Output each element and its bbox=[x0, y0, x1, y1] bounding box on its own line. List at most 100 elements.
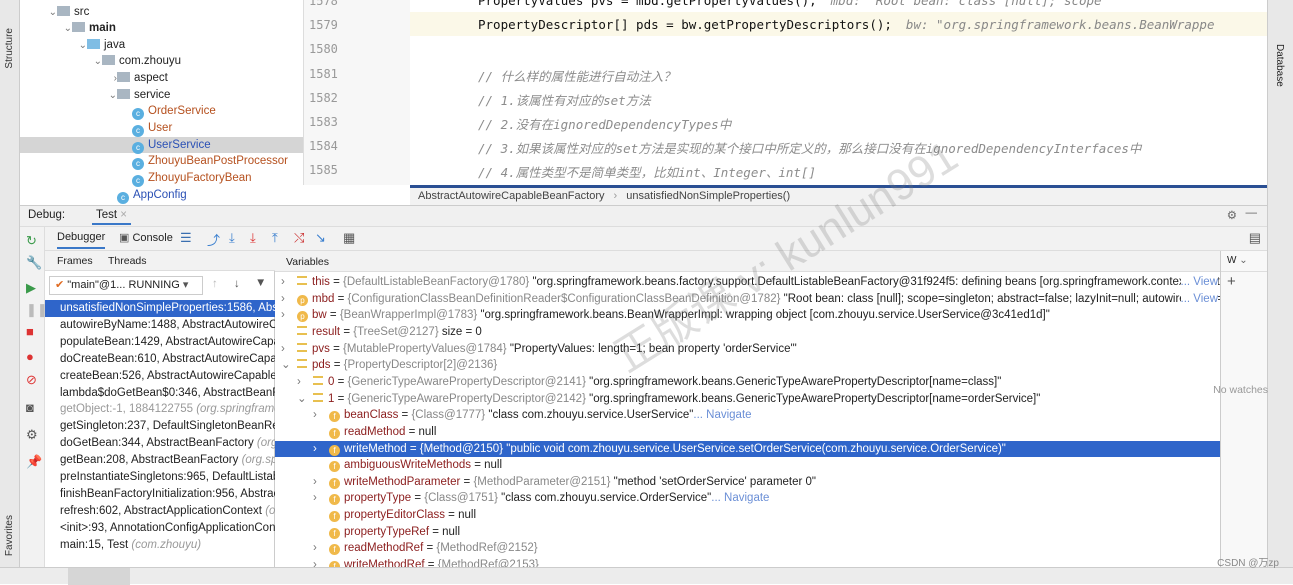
variable-row[interactable]: › p bw = {BeanWrapperImpl@1783} "org.sprin… bbox=[275, 307, 1220, 324]
variable-row[interactable]: › p mbd = {ConfigurationClassBeanDefinitio… bbox=[275, 290, 1220, 308]
tree-item[interactable]: ⌄ com.zhouyu bbox=[20, 53, 181, 69]
chevron-right-icon[interactable]: › bbox=[281, 307, 297, 324]
chevron-right-icon[interactable]: › bbox=[313, 441, 329, 458]
camera-icon[interactable]: ◙ bbox=[26, 400, 34, 415]
chevron-right-icon[interactable]: › bbox=[281, 341, 297, 358]
variable-link[interactable]: ... View bbox=[1180, 290, 1218, 308]
chevron-down-icon[interactable]: ⌄ bbox=[60, 21, 72, 37]
previous-frame-icon[interactable]: ↑ bbox=[212, 278, 218, 290]
step-out-icon[interactable]: ⤒ bbox=[272, 230, 278, 246]
variable-row[interactable]: ⌄ pds = {PropertyDescriptor[2]@2136} bbox=[275, 357, 1220, 374]
variable-row[interactable]: › f writeMethod = {Method@2150} "public vo… bbox=[275, 440, 1220, 458]
frame-item[interactable]: doGetBean:344, AbstractBeanFactory (org.… bbox=[45, 435, 275, 452]
tree-item[interactable]: c OrderService bbox=[20, 103, 216, 120]
variable-row[interactable]: › 0 = {GenericTypeAwarePropertyDescriptor… bbox=[275, 374, 1220, 391]
tab-console[interactable]: ▣ Console bbox=[119, 231, 173, 244]
resume-icon[interactable]: ▶ bbox=[26, 280, 36, 296]
layout-icon[interactable]: ☰ bbox=[180, 230, 192, 246]
mute-breakpoints-icon[interactable]: ⊘ bbox=[26, 372, 37, 388]
variable-row[interactable]: › f propertyType = {Class@1751} "class com… bbox=[275, 490, 1220, 507]
chevron-right-icon[interactable]: › bbox=[297, 374, 313, 391]
tree-item[interactable]: ⌄ service bbox=[20, 87, 170, 103]
variable-row[interactable]: result = {TreeSet@2127} size = 0 bbox=[275, 324, 1220, 341]
chevron-right-icon[interactable]: › bbox=[105, 71, 117, 87]
wrench-icon[interactable]: 🔧 bbox=[26, 255, 42, 271]
frame-item[interactable]: unsatisfiedNonSimpleProperties:1586, Abs… bbox=[45, 300, 275, 317]
tree-item[interactable]: c User bbox=[20, 120, 172, 137]
variable-link[interactable]: ... Navigate bbox=[711, 492, 769, 504]
variable-row[interactable]: › f readMethodRef = {MethodRef@2152} bbox=[275, 540, 1220, 557]
chevron-right-icon[interactable]: › bbox=[281, 274, 297, 291]
chevron-right-icon[interactable]: › bbox=[313, 490, 329, 507]
frame-item[interactable]: preInstantiateSingletons:965, DefaultLis… bbox=[45, 469, 275, 486]
frame-item[interactable]: finishBeanFactoryInitialization:956, Abs… bbox=[45, 486, 275, 503]
show-execution-point-icon[interactable]: ⤴ bbox=[207, 230, 220, 249]
tab-threads[interactable]: Threads bbox=[108, 255, 147, 267]
chevron-right-icon[interactable]: › bbox=[313, 474, 329, 491]
view-breakpoints-icon[interactable]: ● bbox=[26, 349, 34, 364]
close-icon[interactable]: × bbox=[120, 209, 127, 221]
tree-item[interactable]: › aspect bbox=[20, 70, 168, 86]
frame-item[interactable]: getBean:208, AbstractBeanFactory (org.sp… bbox=[45, 452, 275, 469]
tree-item[interactable]: ⌄ main bbox=[20, 20, 116, 36]
pin-icon[interactable]: 📌 bbox=[26, 454, 42, 470]
tree-item[interactable]: c ZhouyuFactoryBean bbox=[20, 170, 252, 187]
variable-row[interactable]: f ambiguousWriteMethods = null bbox=[275, 457, 1220, 474]
frame-item[interactable]: main:15, Test (com.zhouyu) bbox=[45, 537, 275, 554]
tab-debugger[interactable]: Debugger bbox=[57, 231, 106, 249]
frame-item[interactable]: autowireByName:1488, AbstractAutowireCap… bbox=[45, 317, 275, 334]
tree-item[interactable]: c ZhouyuBeanPostProcessor bbox=[20, 153, 288, 170]
chevron-down-icon[interactable]: ⌄ bbox=[90, 54, 102, 70]
tab-debug-active[interactable] bbox=[68, 568, 130, 585]
breadcrumb-method[interactable]: unsatisfiedNonSimpleProperties() bbox=[626, 190, 790, 202]
settings-icon[interactable]: ⚙ bbox=[26, 427, 38, 443]
breadcrumb-class[interactable]: AbstractAutowireCapableBeanFactory bbox=[418, 190, 604, 202]
chevron-down-icon[interactable]: ⌄ bbox=[297, 391, 313, 408]
next-frame-icon[interactable]: ↓ bbox=[234, 278, 240, 290]
step-into-icon[interactable]: ⤓ bbox=[250, 230, 256, 246]
chevron-down-icon[interactable]: ⌄ bbox=[45, 5, 57, 21]
variable-row[interactable]: f propertyTypeRef = null bbox=[275, 524, 1220, 541]
code-editor[interactable]: PropertyValues pvs = mbd.getPropertyValu… bbox=[410, 0, 1267, 185]
frame-item[interactable]: getObject:-1, 1884122755 (org.springfram… bbox=[45, 401, 275, 418]
rerun-icon[interactable]: ↻ bbox=[26, 233, 37, 249]
favorites-tool-button[interactable]: Favorites bbox=[4, 515, 15, 556]
variable-link[interactable]: ... View bbox=[1180, 274, 1218, 291]
variable-link[interactable]: ... Navigate bbox=[693, 409, 751, 421]
debug-session-tab[interactable]: Test × bbox=[92, 209, 132, 225]
evaluate-expression-icon[interactable]: ▦ bbox=[343, 230, 355, 246]
variable-row[interactable]: f propertyEditorClass = null bbox=[275, 507, 1220, 524]
frame-item[interactable]: getSingleton:237, DefaultSingletonBeanRe… bbox=[45, 418, 275, 435]
frame-item[interactable]: <init>:93, AnnotationConfigApplicationCo… bbox=[45, 520, 275, 537]
drop-frame-icon[interactable]: ⤭ bbox=[294, 230, 304, 246]
watches-tab[interactable]: W ⌄ bbox=[1221, 251, 1267, 272]
tree-item[interactable]: ⌄ java bbox=[20, 37, 125, 53]
variable-row[interactable]: ⌄ 1 = {GenericTypeAwarePropertyDescriptor… bbox=[275, 391, 1220, 408]
variable-row[interactable]: f readMethod = null bbox=[275, 424, 1220, 441]
tree-item[interactable]: ⌄ src bbox=[20, 4, 89, 20]
thread-select[interactable]: ✔ "main"@1... RUNNING ▾ bbox=[49, 276, 203, 295]
frame-item[interactable]: refresh:602, AbstractApplicationContext … bbox=[45, 503, 275, 520]
variable-row[interactable]: › f writeMethodParameter = {MethodParamete… bbox=[275, 474, 1220, 491]
chevron-right-icon[interactable]: › bbox=[313, 540, 329, 557]
tab-frames[interactable]: Frames bbox=[57, 255, 93, 267]
frame-item[interactable]: doCreateBean:610, AbstractAutowireCapabl… bbox=[45, 351, 275, 368]
database-tool-button[interactable]: Database bbox=[1274, 44, 1285, 87]
layout-settings-icon[interactable]: ▤ bbox=[1249, 230, 1261, 246]
run-to-cursor-icon[interactable]: ↘ bbox=[315, 230, 326, 246]
chevron-right-icon[interactable]: › bbox=[281, 291, 297, 308]
add-watch-icon[interactable]: + bbox=[1227, 273, 1236, 290]
tree-item[interactable]: c AppConfig bbox=[20, 187, 187, 204]
filter-icon[interactable]: ▼ bbox=[255, 277, 266, 289]
chevron-down-icon[interactable]: ⌄ bbox=[281, 357, 297, 374]
structure-tool-button[interactable]: Structure bbox=[4, 28, 15, 69]
chevron-down-icon[interactable]: ⌄ bbox=[105, 88, 117, 104]
chevron-right-icon[interactable]: › bbox=[313, 407, 329, 424]
variable-row[interactable]: › pvs = {MutablePropertyValues@1784} "Pro… bbox=[275, 341, 1220, 358]
frame-item[interactable]: populateBean:1429, AbstractAutowireCapab… bbox=[45, 334, 275, 351]
variable-row[interactable]: › this = {DefaultListableBeanFactory@1780… bbox=[275, 274, 1220, 291]
variable-row[interactable]: › f beanClass = {Class@1777} "class com.zh… bbox=[275, 407, 1220, 424]
step-over-icon[interactable]: ⤓ bbox=[229, 230, 235, 246]
stop-icon[interactable]: ■ bbox=[26, 324, 34, 339]
minimize-icon[interactable]: — bbox=[1246, 207, 1258, 219]
